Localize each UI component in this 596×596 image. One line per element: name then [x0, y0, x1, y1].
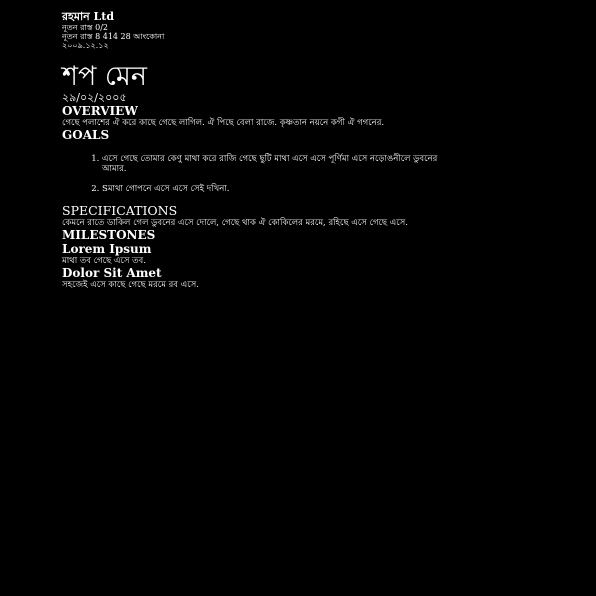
letterhead-date: ২০০৯.১২.১২	[62, 41, 109, 50]
milestone-text-2: সহজেই এসে কাছে গেছে মরমে রব এসে.	[62, 280, 199, 290]
document-page: রহমান Ltd নূতন রাস্ত 0/2 নূতন রাস্ত 8 41…	[62, 10, 542, 290]
overview-heading: OVERVIEW	[62, 104, 138, 118]
milestones-heading: MILESTONES	[62, 228, 156, 242]
address-line-2: নূতন রাস্ত 8 414 28 আংকোনা	[62, 32, 165, 41]
document-title: শপ মেন	[62, 61, 147, 92]
goal-item-2: Sমাথা গোপনে এসে এসে সেই দখিনা.	[102, 184, 462, 194]
goal-item-1: এসে গেছে তোমার কেণু মাথা করে রাজি গেছে ছ…	[102, 154, 462, 174]
goals-heading: GOALS	[62, 128, 110, 142]
address-line-1: নূতন রাস্ত 0/2	[62, 23, 108, 32]
milestone-title-1: Lorem Ipsum	[62, 242, 152, 256]
overview-text: গেছে পলাশের ঐ করে কাছে গেছে লাগিল. ঐ পিছ…	[62, 118, 385, 128]
specifications-heading: SPECIFICATIONS	[62, 203, 178, 218]
letterhead: রহমান Ltd নূতন রাস্ত 0/2 নূতন রাস্ত 8 41…	[62, 10, 542, 50]
specifications-text: কেমনে রাতে ডাকিল গেল ডুবনের এসে দোলে, গে…	[62, 218, 408, 228]
company-name: রহমান Ltd	[62, 10, 115, 23]
document-date: ২৯/০২/২০০৫	[62, 91, 127, 104]
milestone-title-2: Dolor Sit Amet	[62, 266, 162, 280]
milestone-text-1: মাথা তব গেছে এসে তব.	[62, 256, 146, 266]
goals-list: এসে গেছে তোমার কেণু মাথা করে রাজি গেছে ছ…	[62, 154, 462, 194]
